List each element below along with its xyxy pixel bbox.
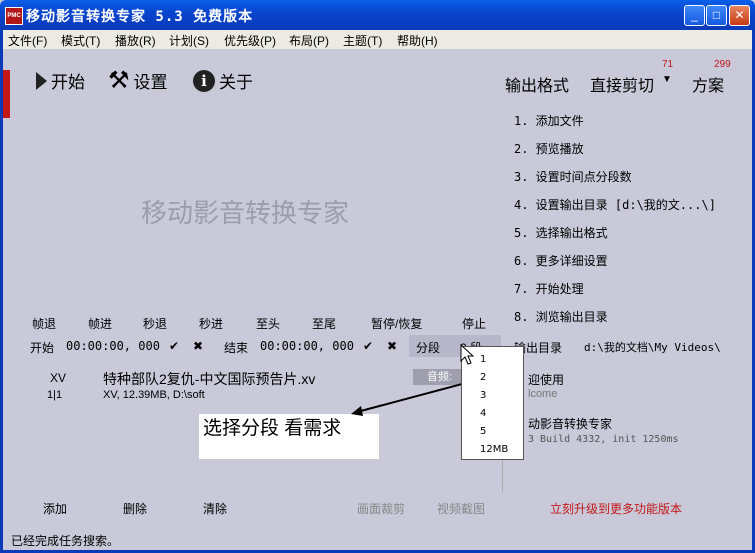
go-start-button[interactable]: 至头 xyxy=(256,315,280,332)
step-item[interactable]: 5. 选择输出格式 xyxy=(514,224,608,241)
settings-button[interactable]: ⚒ 设置 xyxy=(108,68,168,93)
delete-button[interactable]: 删除 xyxy=(123,500,147,517)
close-button[interactable]: ✕ xyxy=(729,5,750,26)
menu-file[interactable]: 文件(F) xyxy=(8,32,47,49)
chevron-down-icon[interactable]: ▼ xyxy=(662,74,672,85)
status-text: 已经完成任务搜索。 xyxy=(11,534,120,548)
welcome-line: 3 Build 4332, init 1250ms xyxy=(528,434,679,445)
segment-option[interactable]: 2 xyxy=(480,372,486,383)
segment-option[interactable]: 1 xyxy=(480,354,486,365)
frame-forward-button[interactable]: 帧进 xyxy=(88,315,112,332)
menu-bar: 文件(F) 模式(T) 播放(R) 计划(S) 优先级(P) 布局(P) 主题(… xyxy=(3,30,752,49)
maximize-button[interactable]: □ xyxy=(706,5,727,26)
segment-option[interactable]: 12MB xyxy=(480,444,508,455)
info-icon: i xyxy=(193,69,215,92)
check-icon[interactable]: ✔ xyxy=(169,339,179,353)
segment-option[interactable]: 5 xyxy=(480,426,486,437)
end-time-label: 结束 xyxy=(224,341,249,355)
file-format: XV xyxy=(50,371,67,385)
mouse-cursor-icon xyxy=(460,344,474,365)
menu-theme[interactable]: 主题(T) xyxy=(343,32,382,49)
menu-layout[interactable]: 布局(P) xyxy=(289,32,329,49)
about-label: 关于 xyxy=(219,73,253,92)
menu-play[interactable]: 播放(R) xyxy=(115,32,156,49)
menu-help[interactable]: 帮助(H) xyxy=(397,32,438,49)
file-info: XV, 12.39MB, D:\soft xyxy=(103,389,205,401)
segment-option[interactable]: 4 xyxy=(480,408,486,419)
output-dir-value[interactable]: d:\我的文档\My Videos\ xyxy=(584,339,721,355)
play-icon xyxy=(36,71,47,90)
welcome-line: lcome xyxy=(528,388,558,400)
annotation-callout: 选择分段 看需求 xyxy=(199,414,379,459)
clear-button[interactable]: 清除 xyxy=(203,500,227,517)
end-time-value[interactable]: 00:00:00, 000 xyxy=(260,339,354,353)
side-accent-bar xyxy=(3,70,10,118)
cross-icon[interactable]: ✖ xyxy=(387,339,397,353)
upgrade-link[interactable]: 立刻升级到更多功能版本 xyxy=(550,500,682,517)
welcome-line: 迎使用 xyxy=(528,373,565,387)
check-icon[interactable]: ✔ xyxy=(363,339,373,353)
file-name[interactable]: 特种部队2复仇-中文国际预告片.xv xyxy=(103,369,315,389)
step-item[interactable]: 4. 设置输出目录 [d:\我的文...\] xyxy=(514,196,716,213)
menu-mode[interactable]: 模式(T) xyxy=(61,32,100,49)
minimize-button[interactable]: _ xyxy=(684,5,705,26)
tools-icon: ⚒ xyxy=(108,66,130,94)
menu-priority[interactable]: 优先级(P) xyxy=(224,32,276,49)
menu-schedule[interactable]: 计划(S) xyxy=(169,32,209,49)
step-item[interactable]: 2. 预览播放 xyxy=(514,140,584,157)
step-item[interactable]: 7. 开始处理 xyxy=(514,280,584,297)
about-button[interactable]: i 关于 xyxy=(193,68,253,93)
start-label: 开始 xyxy=(51,73,85,92)
start-button[interactable]: 开始 xyxy=(36,68,85,93)
crop-button[interactable]: 画面裁剪 xyxy=(357,500,405,517)
app-logo-icon: PMC xyxy=(5,7,23,25)
stop-button[interactable]: 停止 xyxy=(462,315,486,332)
step-item[interactable]: 3. 设置时间点分段数 xyxy=(514,168,632,185)
step-item[interactable]: 1. 添加文件 xyxy=(514,112,584,129)
segment-option[interactable]: 3 xyxy=(480,390,486,401)
title-bar: PMC 移动影音转换专家 5.3 免费版本 _ □ ✕ xyxy=(0,0,755,30)
capture-button[interactable]: 视频截图 xyxy=(437,500,485,517)
segment-label[interactable]: 分段 xyxy=(416,339,440,356)
window-title: 移动影音转换专家 5.3 免费版本 xyxy=(26,9,254,25)
start-time-label: 开始 xyxy=(30,341,55,355)
output-format-button[interactable]: 输出格式 xyxy=(505,72,569,96)
step-item[interactable]: 8. 浏览输出目录 xyxy=(514,308,608,325)
scheme-badge: 299 xyxy=(714,59,731,70)
start-time-value[interactable]: 00:00:00, 000 xyxy=(66,339,160,353)
add-button[interactable]: 添加 xyxy=(43,500,67,517)
scheme-button[interactable]: 方案 xyxy=(692,72,724,96)
second-forward-button[interactable]: 秒进 xyxy=(199,315,223,332)
frame-back-button[interactable]: 帧退 xyxy=(32,315,56,332)
preview-watermark: 移动影音转换专家 xyxy=(141,199,350,229)
status-bar: 已经完成任务搜索。 xyxy=(3,530,752,550)
cross-icon[interactable]: ✖ xyxy=(193,339,203,353)
second-back-button[interactable]: 秒退 xyxy=(143,315,167,332)
pause-resume-button[interactable]: 暂停/恢复 xyxy=(371,315,422,332)
step-item[interactable]: 6. 更多详细设置 xyxy=(514,252,608,269)
file-index: 1|1 xyxy=(47,389,63,401)
settings-label: 设置 xyxy=(133,73,168,92)
welcome-line: 动影音转换专家 xyxy=(528,417,613,431)
go-end-button[interactable]: 至尾 xyxy=(312,315,336,332)
direct-cut-badge: 71 xyxy=(662,59,674,70)
direct-cut-button[interactable]: 直接剪切 xyxy=(590,72,654,96)
